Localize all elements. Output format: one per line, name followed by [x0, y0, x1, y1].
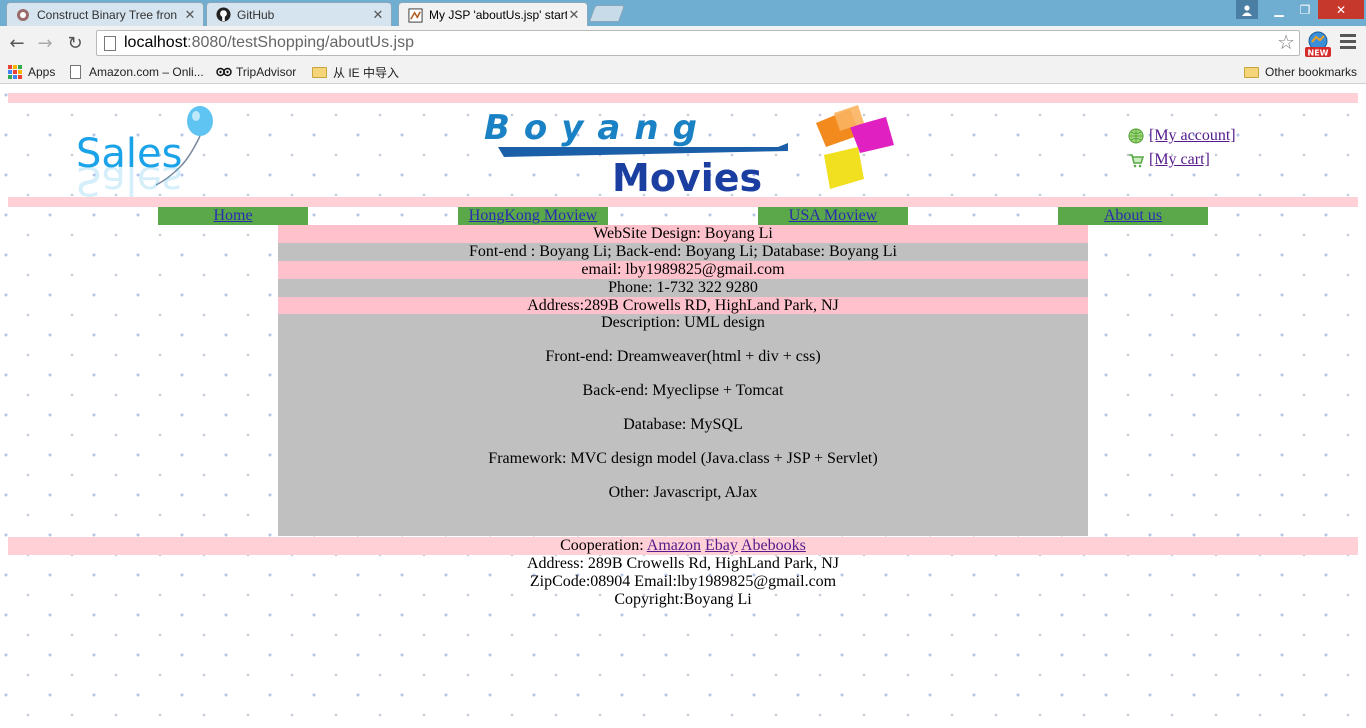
- header-bottom-band: [8, 197, 1358, 207]
- footer-zip-email: ZipCode:08904 Email:lby1989825@gmail.com: [529, 573, 837, 590]
- sales-logo[interactable]: Sales Sales: [72, 105, 222, 203]
- tab-title: GitHub: [237, 7, 275, 22]
- info-email: email: lby1989825@gmail.com: [278, 261, 1088, 279]
- nav-link-home[interactable]: Home: [213, 207, 252, 224]
- bookmark-label: Amazon.com – Onli...: [89, 65, 204, 79]
- bookmark-apps[interactable]: Apps: [8, 63, 55, 81]
- page-favicon-icon: [407, 7, 423, 23]
- minimize-icon[interactable]: ▁: [1266, 0, 1292, 19]
- footer-copyright: Copyright:Boyang Li: [614, 591, 752, 608]
- svg-text:Sales: Sales: [76, 157, 182, 197]
- tab-binary-tree[interactable]: Construct Binary Tree fron ✕: [6, 2, 204, 26]
- nav-link-about[interactable]: About us: [1104, 207, 1162, 224]
- browser-titlebar: Construct Binary Tree fron ✕ GitHub ✕ My…: [0, 0, 1366, 27]
- bookmark-tripadvisor[interactable]: TripAdvisor: [216, 63, 296, 81]
- tab-close-icon[interactable]: ✕: [567, 7, 581, 23]
- description-line: Front-end: Dreamweaver(html + div + css): [545, 348, 821, 365]
- nav-link-usa[interactable]: USA Moview: [789, 207, 877, 224]
- tab-about-us[interactable]: My JSP 'aboutUs.jsp' starti ✕: [398, 2, 588, 27]
- main-navigation: Home HongKong Moview USA Moview About us: [8, 207, 1358, 225]
- apps-grid-icon: [8, 65, 22, 79]
- browser-toolbar: ← → ↻ localhost:8080/testShopping/aboutU…: [0, 26, 1366, 60]
- description-line: Database: MySQL: [623, 416, 743, 433]
- other-bookmarks-label: Other bookmarks: [1265, 65, 1358, 79]
- url-host: localhost: [124, 34, 188, 51]
- partner-link-amazon[interactable]: Amazon: [647, 537, 701, 554]
- footer-address: Address: 289B Crowells Rd, HighLand Park…: [527, 555, 839, 572]
- site-footer: Address: 289B Crowells Rd, HighLand Park…: [8, 555, 1358, 609]
- info-phone: Phone: 1-732 322 9280: [278, 279, 1088, 297]
- description-line: Back-end: Myeclipse + Tomcat: [582, 382, 784, 399]
- extension-new-icon[interactable]: NEW: [1304, 30, 1332, 58]
- info-roles: Font-end : Boyang Li; Back-end: Boyang L…: [278, 243, 1088, 261]
- nav-item-about[interactable]: About us: [1058, 207, 1208, 225]
- bookmark-ie-import[interactable]: 从 IE 中导入: [312, 63, 399, 81]
- description-line: Description: UML design: [601, 314, 765, 331]
- description-line: Framework: MVC design model (Java.class …: [488, 450, 878, 467]
- description-block: Description: UML design Front-end: Dream…: [278, 314, 1088, 536]
- cooperation-label: Cooperation:: [560, 537, 644, 554]
- page-viewport: Sales Sales Boyang Movies [My account] […: [0, 85, 1366, 728]
- bookmark-amazon[interactable]: Amazon.com – Onli...: [70, 63, 204, 81]
- logo-boyang-text: Boyang: [484, 108, 711, 148]
- bookmarks-bar: Apps Amazon.com – Onli... TripAdvisor 从 …: [0, 60, 1366, 84]
- partner-link-ebay[interactable]: Ebay: [705, 537, 738, 554]
- my-cart-link[interactable]: [My cart]: [1149, 151, 1210, 169]
- reload-icon[interactable]: ↻: [64, 32, 86, 54]
- page-info-icon: [104, 35, 116, 51]
- logo-movies-text: Movies: [612, 156, 762, 197]
- header-top-band: [8, 93, 1358, 103]
- globe-icon: [1128, 128, 1144, 144]
- info-design: WebSite Design: Boyang Li: [278, 225, 1088, 243]
- nav-item-home[interactable]: Home: [158, 207, 308, 225]
- description-line: Other: Javascript, AJax: [608, 484, 758, 501]
- tab-close-icon[interactable]: ✕: [183, 7, 197, 23]
- github-favicon-icon: [215, 7, 231, 23]
- page-icon: [70, 65, 81, 79]
- my-account-item: [My account]: [1128, 127, 1236, 145]
- bookmark-label: Apps: [28, 65, 56, 79]
- bookmark-label: TripAdvisor: [236, 65, 297, 79]
- bookmark-star-icon[interactable]: ☆: [1277, 31, 1295, 55]
- leetcode-favicon-icon: [15, 7, 31, 23]
- folder-icon: [1244, 66, 1259, 78]
- site-header: Sales Sales Boyang Movies [My account] […: [8, 103, 1358, 203]
- nav-item-usa[interactable]: USA Moview: [758, 207, 908, 225]
- close-window-icon[interactable]: ✕: [1318, 0, 1364, 19]
- my-cart-item: [My cart]: [1128, 151, 1210, 169]
- user-profile-icon[interactable]: [1236, 0, 1258, 19]
- forward-arrow-icon[interactable]: →: [34, 32, 56, 54]
- tripadvisor-icon: [216, 65, 232, 79]
- new-tab-button[interactable]: [588, 5, 626, 22]
- folder-icon: [312, 66, 327, 78]
- maximize-icon[interactable]: ❐: [1292, 0, 1318, 19]
- extension-badge: NEW: [1308, 49, 1329, 58]
- partner-link-abebooks[interactable]: Abebooks: [741, 537, 806, 554]
- tab-github[interactable]: GitHub ✕: [206, 2, 392, 26]
- chrome-menu-icon[interactable]: [1340, 34, 1356, 50]
- boyang-movies-logo[interactable]: Boyang Movies: [478, 105, 898, 200]
- tab-close-icon[interactable]: ✕: [371, 7, 385, 23]
- shopping-cart-icon: [1128, 152, 1145, 168]
- tab-title: My JSP 'aboutUs.jsp' starti: [429, 8, 567, 22]
- nav-link-hongkong[interactable]: HongKong Moview: [469, 207, 597, 224]
- back-arrow-icon[interactable]: ←: [6, 32, 28, 54]
- address-bar[interactable]: localhost:8080/testShopping/aboutUs.jsp …: [96, 30, 1300, 56]
- other-bookmarks[interactable]: Other bookmarks: [1244, 63, 1357, 81]
- cooperation-bar: Cooperation: Amazon Ebay Abebooks: [8, 537, 1358, 555]
- bookmark-label: 从 IE 中导入: [333, 65, 400, 80]
- my-account-link[interactable]: [My account]: [1149, 127, 1236, 145]
- tab-title: Construct Binary Tree fron: [37, 7, 178, 22]
- url-path: :8080/testShopping/aboutUs.jsp: [187, 34, 414, 51]
- nav-item-hongkong[interactable]: HongKong Moview: [458, 207, 608, 225]
- info-address: Address:289B Crowells RD, HighLand Park,…: [278, 297, 1088, 315]
